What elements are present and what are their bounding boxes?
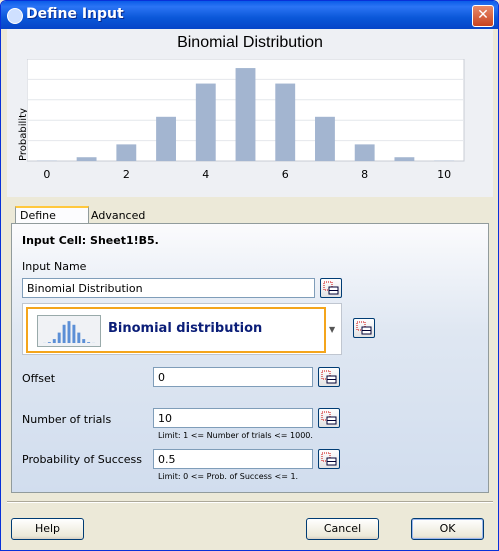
x-tick-label: 4 <box>202 168 209 181</box>
chart-bar <box>156 116 176 161</box>
cell-reference-icon <box>356 321 372 335</box>
help-button[interactable]: Help <box>11 518 84 540</box>
probability-cell-ref-button[interactable] <box>318 449 340 469</box>
probability-field[interactable]: 0.5 <box>153 449 313 469</box>
trials-limit-text: Limit: 1 <= Number of trials <= 1000. <box>158 431 313 440</box>
input-name-cell-ref-button[interactable] <box>320 278 342 298</box>
input-name-label: Input Name <box>22 260 87 273</box>
chart-bar <box>315 116 335 161</box>
cell-reference-icon <box>321 370 337 384</box>
chart-plot: Probability 0 2 4 6 8 10 <box>18 59 465 192</box>
probability-limit-text: Limit: 0 <= Prob. of Success <= 1. <box>158 472 299 481</box>
thumbnail-bar <box>87 342 91 343</box>
separator <box>7 501 493 503</box>
distribution-chart: Binomial Distribution Probability 024681… <box>7 29 493 197</box>
ok-button[interactable]: OK <box>411 518 484 540</box>
x-tick-label: 8 <box>361 168 368 181</box>
chart-bar <box>354 144 375 161</box>
cell-reference-icon <box>321 452 337 466</box>
x-tick-label: 0 <box>43 168 50 181</box>
chart-bar <box>116 144 137 161</box>
define-input-window: Define Input ✕ Binomial Distribution Pro… <box>0 0 499 551</box>
thumbnail-bar <box>47 342 51 343</box>
cancel-button[interactable]: Cancel <box>306 518 379 540</box>
thumbnail-bar <box>77 332 81 343</box>
distribution-name: Binomial distribution <box>108 321 263 336</box>
chart-bar <box>76 157 97 161</box>
distribution-thumbnail <box>37 315 101 347</box>
thumbnail-bar <box>82 339 86 343</box>
offset-field[interactable]: 0 <box>153 367 313 387</box>
thumbnail-bar <box>67 321 71 343</box>
chart-bar <box>275 83 296 161</box>
close-icon[interactable]: ✕ <box>472 5 494 27</box>
thumbnail-bar <box>52 339 56 343</box>
app-icon <box>7 8 23 24</box>
offset-cell-ref-button[interactable] <box>318 367 340 387</box>
trials-label: Number of trials <box>22 413 112 426</box>
chart-bar <box>195 83 216 161</box>
cell-reference-icon <box>323 281 339 295</box>
chart-bar <box>235 68 256 161</box>
x-tick-label: 6 <box>282 168 289 181</box>
thumbnail-bar <box>72 324 76 343</box>
define-input-panel: Input Cell: Sheet1!B5. Input Name Binomi… <box>11 223 489 493</box>
offset-label: Offset <box>22 372 56 385</box>
trials-field[interactable]: 10 <box>153 408 313 428</box>
x-tick-label: 2 <box>123 168 130 181</box>
cell-reference-icon <box>321 411 337 425</box>
chart-svg: 0 2 4 6 8 10 <box>27 59 465 181</box>
trials-cell-ref-button[interactable] <box>318 408 340 428</box>
thumbnail-bar <box>62 324 66 343</box>
chart-title: Binomial Distribution <box>177 34 323 51</box>
input-cell-label: Input Cell: Sheet1!B5. <box>22 234 159 247</box>
title-bar[interactable]: Define Input ✕ <box>1 1 498 29</box>
window-title: Define Input <box>26 6 124 22</box>
distribution-thumbnail-chart <box>42 321 96 343</box>
probability-label: Probability of Success <box>22 453 143 466</box>
thumbnail-bar <box>57 332 61 343</box>
chevron-down-icon[interactable]: ▼ <box>329 325 335 334</box>
distribution-selector[interactable]: Binomial distribution ▼ <box>22 303 342 355</box>
distribution-selected-item[interactable]: Binomial distribution <box>26 307 326 353</box>
x-tick-label: 10 <box>437 168 451 181</box>
chart-bar <box>394 157 415 161</box>
input-name-field[interactable]: Binomial Distribution <box>22 278 315 298</box>
distribution-cell-ref-button[interactable] <box>353 318 375 338</box>
